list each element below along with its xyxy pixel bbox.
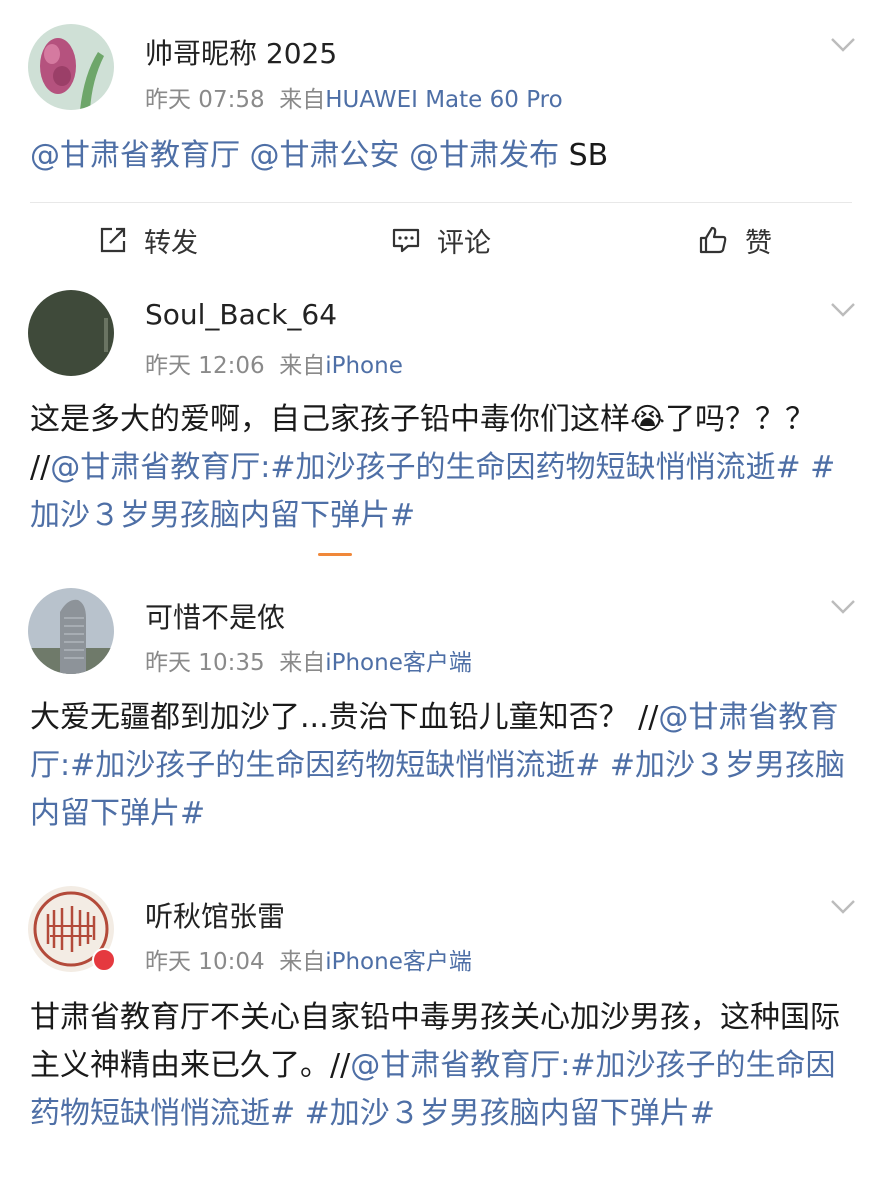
post-device[interactable]: iPhone客户端	[325, 650, 472, 676]
post-from: 来自	[279, 353, 326, 379]
post-meta: 昨天 12:06 来自iPhone	[145, 346, 403, 380]
username[interactable]: 听秋馆张雷	[145, 895, 285, 935]
avatar[interactable]	[28, 588, 114, 674]
post-from: 来自	[279, 949, 326, 975]
post-time: 昨天 12:06	[145, 353, 265, 379]
post-content: 大爱无疆都到加沙了...贵治下血铅儿童知否？ //@甘肃省教育厅:#加沙孩子的生…	[30, 694, 850, 838]
repost-icon	[100, 227, 126, 253]
chevron-down-icon[interactable]	[830, 599, 856, 615]
post-time: 昨天 10:35	[145, 650, 265, 676]
username[interactable]: Soul_Back_64	[145, 298, 337, 331]
username[interactable]: 帅哥昵称 2025	[145, 32, 337, 72]
comment-label: 评论	[437, 227, 491, 259]
comment-button[interactable]: 评论	[391, 220, 491, 260]
post-device[interactable]: iPhone客户端	[325, 949, 472, 975]
post-text: SB	[559, 138, 609, 173]
mention-hashtag-links[interactable]: @甘肃省教育厅:#加沙孩子的生命因药物短缺悄悄流逝# #加沙３岁男孩脑内留下弹片…	[30, 450, 835, 533]
chevron-down-icon[interactable]	[830, 899, 856, 915]
post-time: 昨天 07:58	[145, 87, 265, 113]
avatar[interactable]	[28, 24, 114, 110]
post-from: 来自	[279, 87, 326, 113]
thumbs-up-icon	[699, 226, 727, 254]
post-time: 昨天 10:04	[145, 949, 265, 975]
post-text: 大爱无疆都到加沙了...贵治下血铅儿童知否？ //	[30, 700, 659, 735]
repost-button[interactable]: 转发	[98, 220, 198, 260]
repost-label: 转发	[144, 227, 198, 259]
post-meta: 昨天 10:35 来自iPhone客户端	[145, 643, 472, 677]
post-content: @甘肃省教育厅 @甘肃公安 @甘肃发布 SB	[30, 132, 850, 180]
like-button[interactable]: 赞	[697, 220, 772, 260]
loading-indicator	[318, 553, 352, 556]
like-label: 赞	[745, 227, 772, 259]
avatar[interactable]	[28, 290, 114, 376]
post-text: 这是多大的爱啊，自己家孩子铅中毒你们这样	[30, 402, 630, 437]
username[interactable]: 可惜不是侬	[145, 596, 285, 636]
crying-emoji-icon: 😭	[630, 402, 666, 437]
post-content: 这是多大的爱啊，自己家孩子铅中毒你们这样😭了吗？？？ //@甘肃省教育厅:#加沙…	[30, 396, 850, 540]
post-device[interactable]: HUAWEI Mate 60 Pro	[325, 87, 562, 113]
verified-badge-icon	[92, 948, 116, 972]
chevron-down-icon[interactable]	[830, 37, 856, 53]
post-meta: 昨天 07:58 来自HUAWEI Mate 60 Pro	[145, 80, 563, 114]
chevron-down-icon[interactable]	[830, 302, 856, 318]
mention-links[interactable]: @甘肃省教育厅 @甘肃公安 @甘肃发布	[30, 138, 559, 173]
post-from: 来自	[279, 650, 326, 676]
divider	[30, 202, 852, 203]
comment-icon	[392, 228, 420, 253]
post-meta: 昨天 10:04 来自iPhone客户端	[145, 942, 472, 976]
post-content: 甘肃省教育厅不关心自家铅中毒男孩关心加沙男孩，这种国际主义神精由来已久了。//@…	[30, 994, 850, 1138]
post-device[interactable]: iPhone	[325, 353, 403, 379]
